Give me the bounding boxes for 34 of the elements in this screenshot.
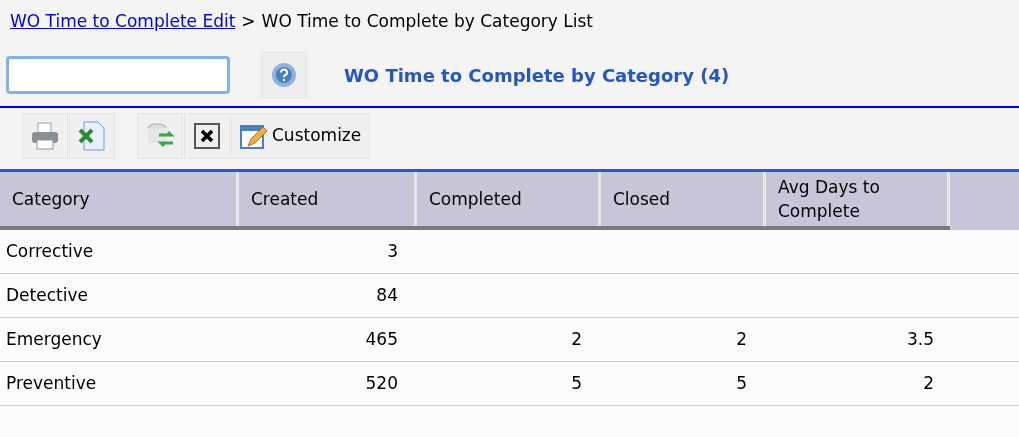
column-header[interactable]: Avg Days to Complete: [763, 172, 950, 226]
page-title: WO Time to Complete by Category (4): [344, 63, 730, 88]
table-cell-text: 3: [387, 239, 398, 263]
breadcrumb-separator: >: [241, 10, 256, 34]
help-icon: [271, 62, 297, 88]
table-cell-text: 5: [571, 371, 582, 395]
search-field[interactable]: [6, 56, 230, 94]
table-cell-text: 84: [376, 283, 398, 307]
breadcrumb-current: WO Time to Complete by Category List: [261, 10, 593, 34]
table-cell-text: Preventive: [6, 371, 97, 395]
column-header[interactable]: Created: [236, 172, 414, 226]
table-cell-text: Detective: [6, 283, 88, 307]
table-cell-text: 2: [736, 327, 747, 351]
close-icon: [194, 123, 220, 149]
printer-icon: [30, 122, 60, 150]
spreadsheet-icon: [78, 121, 106, 151]
table-cell-text: 3.5: [906, 327, 934, 351]
clear-button[interactable]: [184, 113, 230, 159]
table-cell-text: 5: [736, 371, 747, 395]
column-header[interactable]: Category: [0, 172, 236, 226]
breadcrumb-link[interactable]: WO Time to Complete Edit: [10, 9, 236, 35]
column-header[interactable]: Closed: [598, 172, 763, 226]
table-cell-text: 520: [365, 371, 398, 395]
edit-window-icon: [240, 122, 268, 150]
print-button[interactable]: [22, 113, 68, 159]
customize-button[interactable]: Customize: [231, 113, 371, 159]
column-header[interactable]: Completed: [414, 172, 598, 226]
table-cell-text: 465: [365, 327, 398, 351]
table-cell-text: 2: [923, 371, 934, 395]
table-cell-text: Corrective: [6, 239, 94, 263]
table-cell-text: Emergency: [6, 327, 102, 351]
table-cell-text: 2: [571, 327, 582, 351]
excel-export-button[interactable]: [69, 113, 115, 159]
help-button[interactable]: [261, 52, 307, 98]
